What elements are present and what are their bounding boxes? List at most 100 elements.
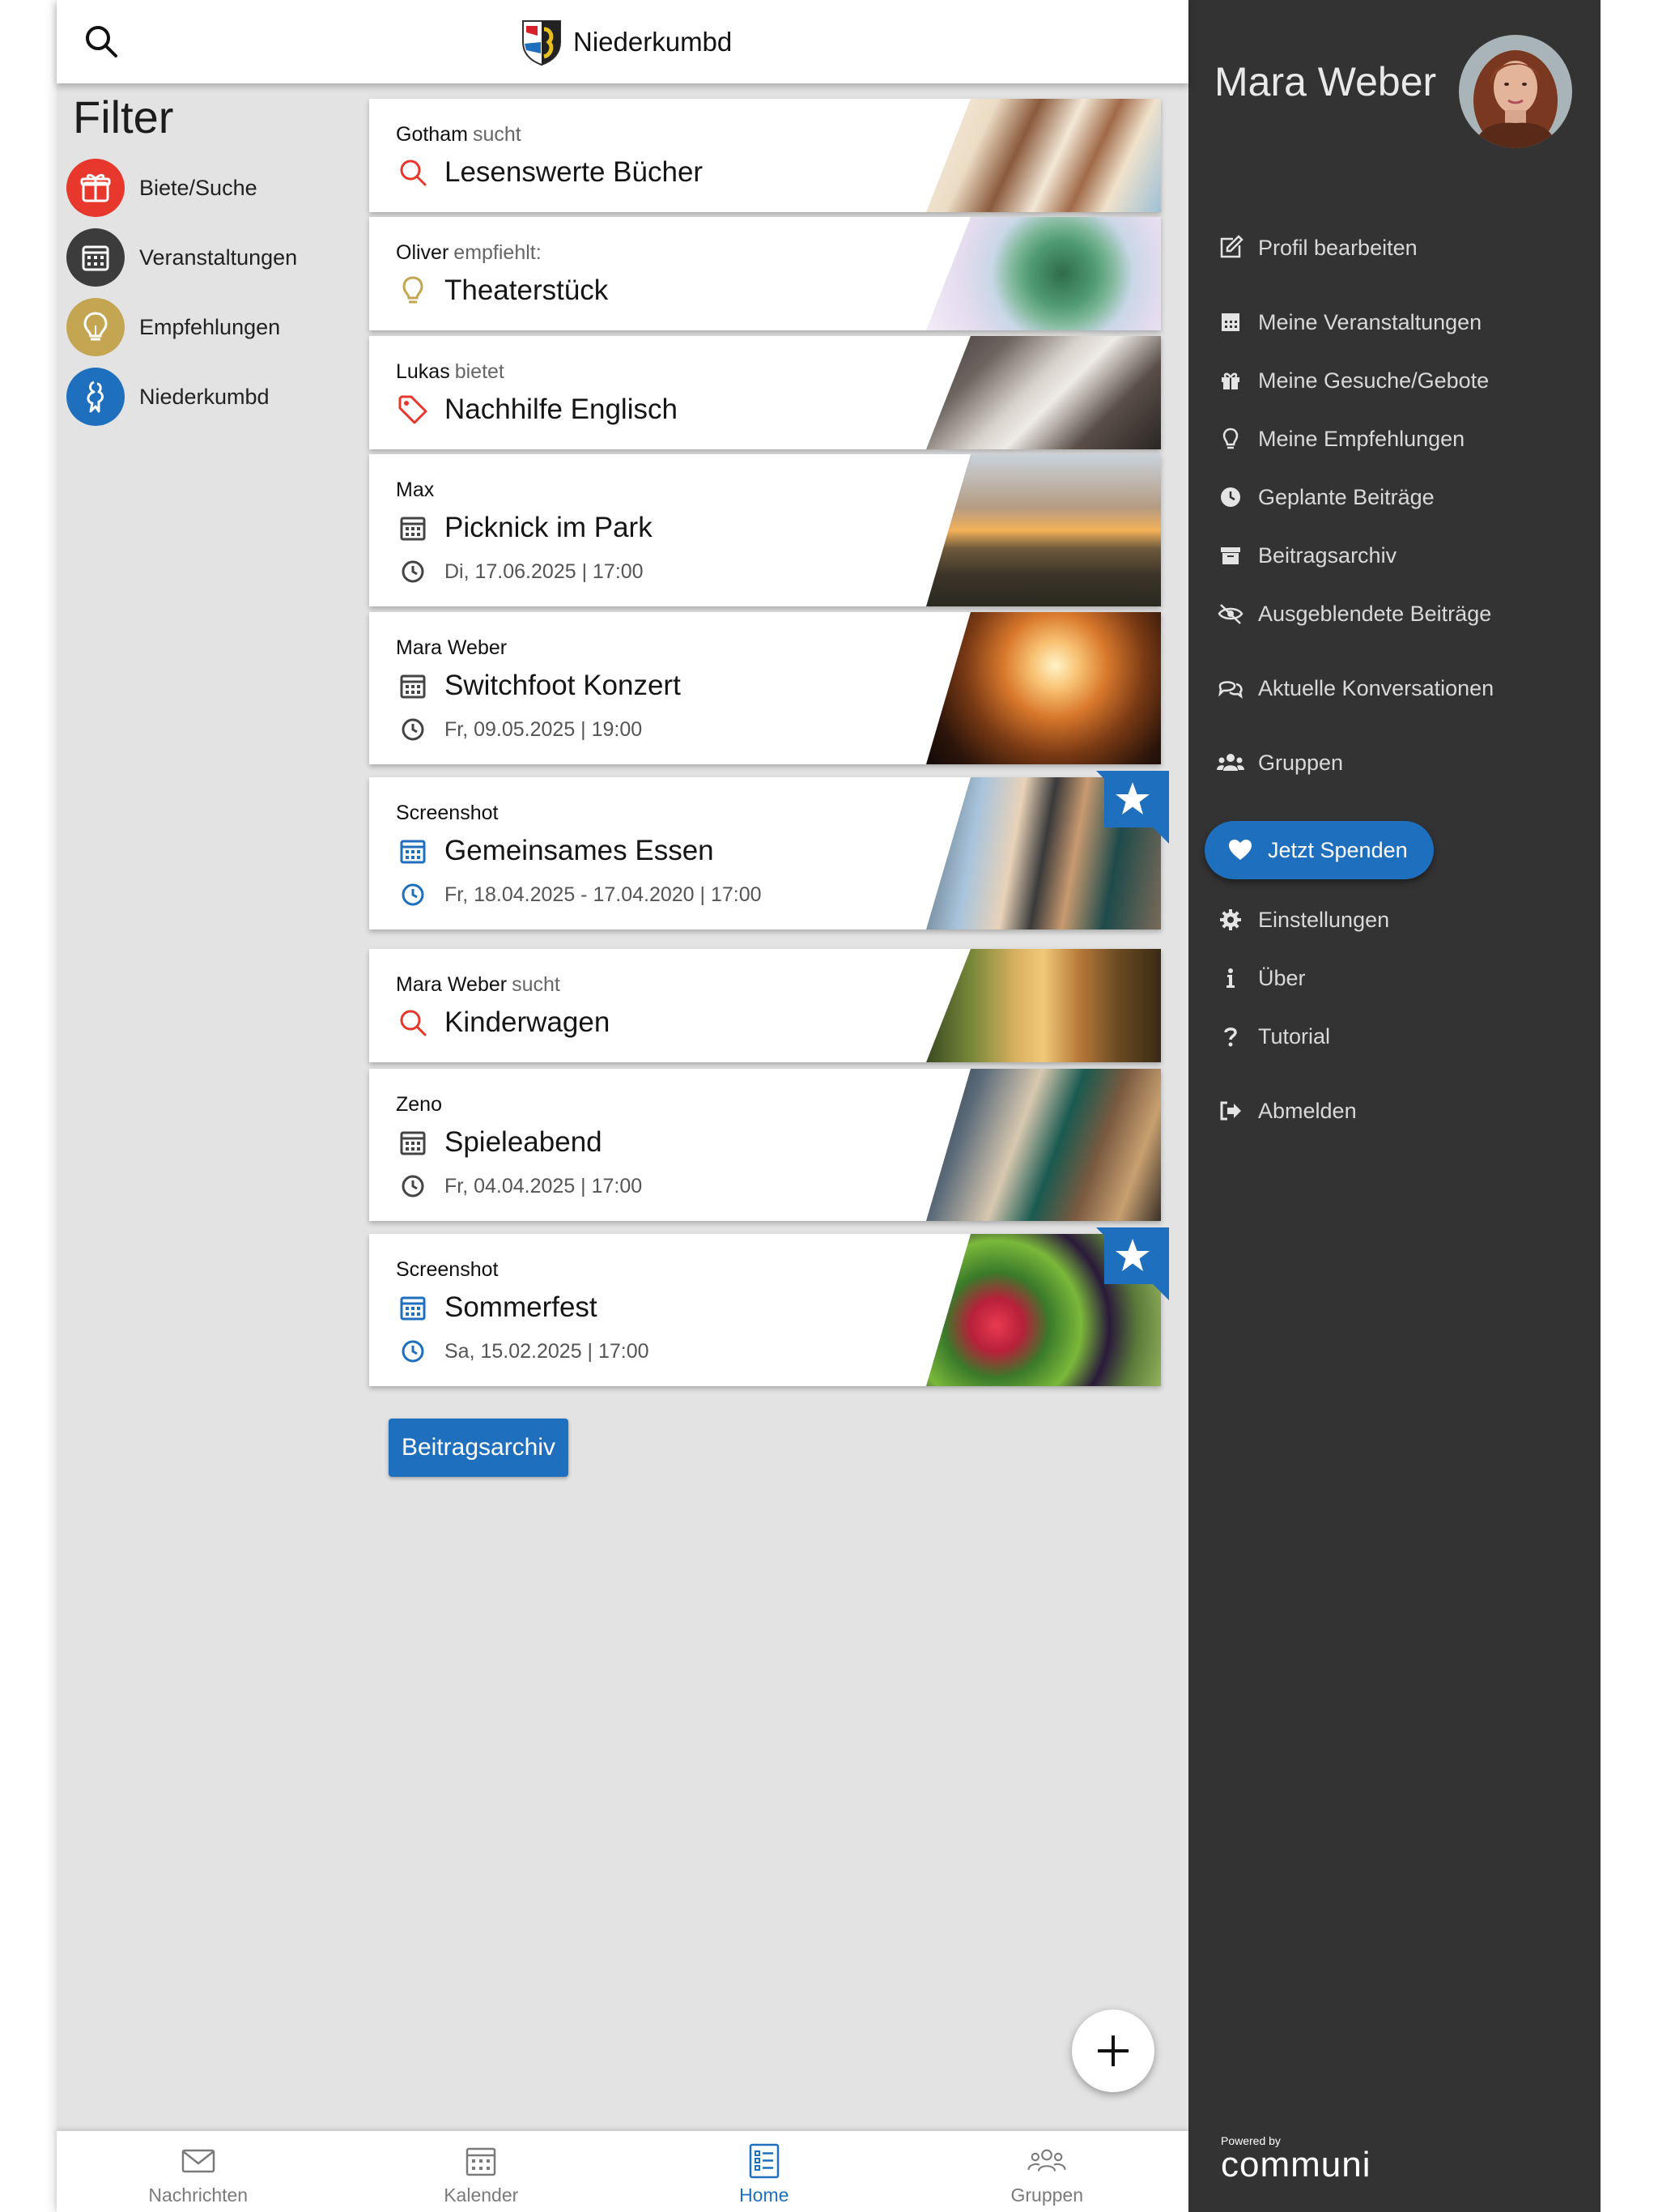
chat-icon	[1216, 674, 1245, 703]
menu-beitragsarchiv[interactable]: Beitragsarchiv	[1216, 541, 1397, 570]
menu-tutorial[interactable]: Tutorial	[1216, 1022, 1330, 1051]
post-title: Picknick im Park	[444, 512, 653, 543]
avatar[interactable]	[1458, 34, 1573, 149]
lightbulb-icon	[1216, 424, 1245, 453]
menu-aktuelle-konversationen[interactable]: Aktuelle Konversationen	[1216, 674, 1494, 703]
post-card[interactable]: Zeno Spieleabend Fr, 04.04.2025 | 17:00	[369, 1069, 1161, 1221]
nav-kalender[interactable]: Kalender	[340, 2131, 623, 2212]
nav-nachrichten[interactable]: Nachrichten	[57, 2131, 340, 2212]
donate-label: Jetzt Spenden	[1268, 837, 1408, 862]
crest-icon	[66, 368, 125, 426]
menu-label: Tutorial	[1258, 1023, 1331, 1049]
app-brand[interactable]: Niederkumbd	[520, 18, 732, 66]
post-card[interactable]: Max Picknick im Park Di, 17.06.2025 | 17…	[369, 454, 1161, 606]
filter-title: Filter	[73, 91, 174, 143]
filter-biete-suche[interactable]: Biete/Suche	[66, 159, 257, 217]
search-icon	[396, 1006, 430, 1040]
calendar-icon	[396, 669, 430, 703]
post-date: Fr, 09.05.2025 | 19:00	[444, 717, 643, 741]
post-author: Screenshot	[396, 1258, 499, 1281]
add-post-button[interactable]	[1072, 2010, 1154, 2092]
filter-niederkumbd[interactable]: Niederkumbd	[66, 368, 270, 426]
menu-abmelden[interactable]: Abmelden	[1216, 1096, 1357, 1125]
post-date: Fr, 04.04.2025 | 17:00	[444, 1174, 643, 1197]
post-title: Spieleabend	[444, 1126, 602, 1158]
menu-meine-empfehlungen[interactable]: Meine Empfehlungen	[1216, 424, 1465, 453]
post-card[interactable]: Mara Weber Switchfoot Konzert Fr, 09.05.…	[369, 612, 1161, 764]
post-image	[926, 949, 1161, 1062]
heart-icon	[1229, 840, 1252, 860]
menu-label: Meine Gesuche/Gebote	[1258, 368, 1490, 393]
post-card[interactable]: Gotham sucht Lesenswerte Bücher	[369, 99, 1161, 212]
post-title: Lesenswerte Bücher	[444, 156, 704, 188]
menu-label: Meine Veranstaltungen	[1258, 309, 1482, 334]
search-button[interactable]	[79, 19, 125, 65]
post-author: Mara Weber	[396, 636, 508, 659]
menu-profil-bearbeiten[interactable]: Profil bearbeiten	[1216, 233, 1418, 262]
powered-by[interactable]: Powered by communi	[1221, 2134, 1371, 2183]
app-title: Niederkumbd	[573, 27, 733, 57]
user-name: Mara Weber	[1214, 59, 1437, 104]
search-icon	[86, 26, 117, 57]
post-author: Gotham sucht	[396, 123, 521, 146]
post-title: Sommerfest	[444, 1291, 597, 1323]
menu-label: Ausgeblendete Beiträge	[1258, 601, 1492, 626]
post-card[interactable]: Lukas bietet Nachhilfe Englisch	[369, 336, 1161, 449]
menu-geplante-beitraege[interactable]: Geplante Beiträge	[1216, 483, 1435, 512]
menu-ausgeblendete-beitraege[interactable]: Ausgeblendete Beiträge	[1216, 599, 1491, 628]
menu-label: Gruppen	[1258, 750, 1344, 775]
menu-label: Geplante Beiträge	[1258, 484, 1435, 509]
menu-meine-veranstaltungen[interactable]: Meine Veranstaltungen	[1216, 308, 1482, 337]
post-card[interactable]: Mara Weber sucht Kinderwagen	[369, 949, 1161, 1062]
lightbulb-icon	[66, 298, 125, 356]
post-title: Gemeinsames Essen	[444, 835, 714, 866]
calendar-icon	[396, 834, 430, 868]
gift-icon	[66, 159, 125, 217]
menu-gruppen[interactable]: Gruppen	[1216, 748, 1343, 777]
calendar-icon	[396, 511, 430, 545]
featured-star-icon	[1096, 1227, 1169, 1300]
post-title: Theaterstück	[444, 274, 609, 306]
filter-label: Veranstaltungen	[139, 245, 298, 270]
crest-icon	[522, 20, 561, 66]
post-author: Screenshot	[396, 802, 499, 824]
search-icon	[396, 155, 430, 189]
nav-label: Gruppen	[1010, 2184, 1083, 2206]
filter-veranstaltungen[interactable]: Veranstaltungen	[66, 228, 297, 287]
post-author: Lukas bietet	[396, 360, 504, 383]
post-image	[926, 217, 1161, 330]
post-author: Max	[396, 479, 435, 501]
nav-home[interactable]: Home	[623, 2131, 906, 2212]
post-author: Oliver empfiehlt:	[396, 241, 542, 264]
plus-icon	[1098, 2035, 1129, 2066]
bottom-navigation: Nachrichten Kalender Home Gruppen	[57, 2131, 1188, 2212]
menu-einstellungen[interactable]: Einstellungen	[1216, 905, 1389, 934]
menu-meine-gesuche-gebote[interactable]: Meine Gesuche/Gebote	[1216, 366, 1489, 395]
clock-icon	[396, 1169, 430, 1203]
post-card[interactable]: Screenshot Sommerfest Sa, 15.02.2025 | 1…	[369, 1227, 1169, 1386]
post-card[interactable]: Screenshot Gemeinsames Essen Fr, 18.04.2…	[369, 771, 1169, 929]
post-image	[926, 99, 1161, 212]
nav-gruppen[interactable]: Gruppen	[906, 2131, 1189, 2212]
post-card[interactable]: Oliver empfiehlt: Theaterstück	[369, 217, 1161, 330]
clock-icon	[396, 1334, 430, 1368]
main-app: Niederkumbd Filter Biete/Suche Veranstal…	[57, 0, 1188, 2212]
donate-button[interactable]: Jetzt Spenden	[1205, 821, 1434, 879]
calendar-icon	[396, 1291, 430, 1325]
post-author: Mara Weber sucht	[396, 973, 560, 996]
gear-icon	[1216, 905, 1245, 934]
menu-label: Profil bearbeiten	[1258, 235, 1418, 260]
post-author: Zeno	[396, 1093, 442, 1116]
menu-ueber[interactable]: Über	[1216, 963, 1306, 993]
tag-icon	[396, 393, 430, 427]
post-image	[926, 454, 1161, 606]
archive-button[interactable]: Beitragsarchiv	[389, 1419, 568, 1477]
menu-label: Über	[1258, 965, 1306, 990]
filter-empfehlungen[interactable]: Empfehlungen	[66, 298, 280, 356]
clock-icon	[396, 713, 430, 747]
question-icon	[1216, 1022, 1245, 1051]
post-image	[926, 612, 1161, 764]
calendar-icon	[396, 1125, 430, 1159]
nav-label: Nachrichten	[148, 2184, 249, 2206]
clock-icon	[396, 878, 430, 912]
